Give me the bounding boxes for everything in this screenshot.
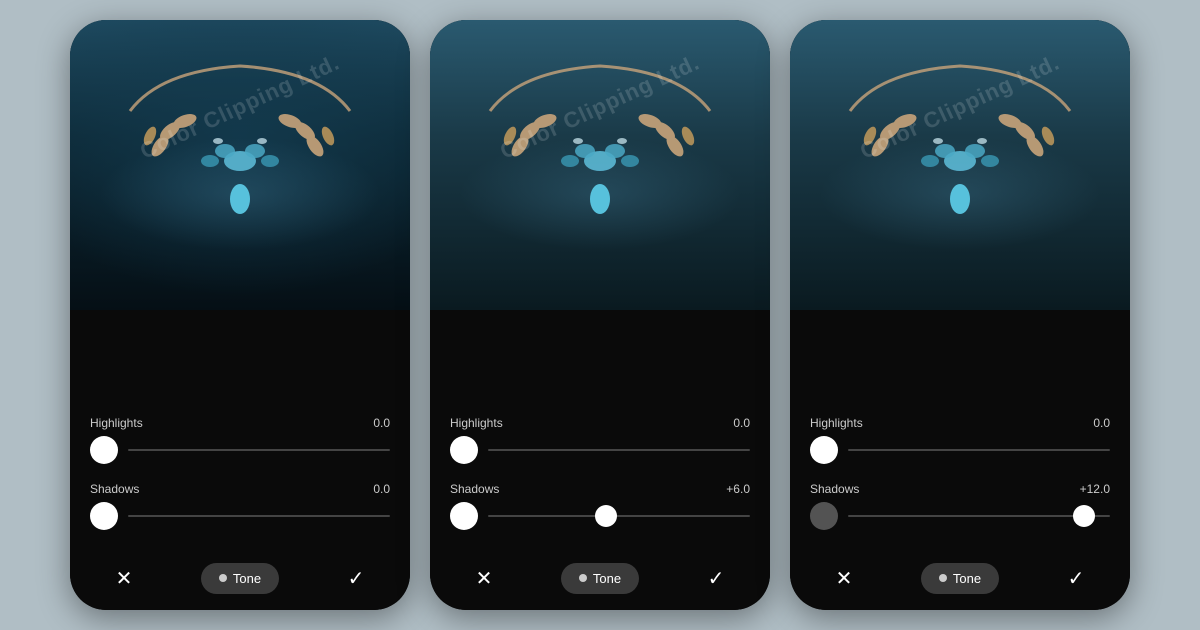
- confirm-button-2[interactable]: ✓: [702, 564, 730, 592]
- shadows-thumb-left-2[interactable]: [450, 502, 478, 530]
- highlights-section-3: Highlights 0.0: [810, 416, 1110, 464]
- bottom-bar-2: ✕ Tone ✓: [450, 546, 750, 610]
- shadows-thumb-ontrack-3[interactable]: [1073, 505, 1095, 527]
- photo-area-3: Color Clipping Ltd.: [790, 20, 1130, 310]
- highlights-track-3[interactable]: [848, 449, 1110, 451]
- shadows-value-1: 0.0: [373, 482, 390, 496]
- cancel-button-2[interactable]: ✕: [470, 564, 498, 592]
- necklace-illustration-2: [470, 51, 730, 251]
- highlights-label-2: Highlights: [450, 416, 503, 430]
- shadows-slider-1[interactable]: [90, 502, 390, 530]
- highlights-section-1: Highlights 0.0: [90, 416, 390, 464]
- shadows-thumb-ontrack-2[interactable]: [595, 505, 617, 527]
- highlights-slider-2[interactable]: [450, 436, 750, 464]
- confirm-button-1[interactable]: ✓: [342, 564, 370, 592]
- tone-label-1: Tone: [233, 571, 261, 586]
- tone-pill-3[interactable]: Tone: [921, 563, 999, 594]
- highlights-slider-1[interactable]: [90, 436, 390, 464]
- necklace-illustration-1: [110, 51, 370, 251]
- phone-frame-3: Color Clipping Ltd. Highlights 0.0 Shado…: [790, 20, 1130, 610]
- shadows-track-1[interactable]: [128, 515, 390, 517]
- highlights-thumb-2[interactable]: [450, 436, 478, 464]
- highlights-thumb-1[interactable]: [90, 436, 118, 464]
- shadows-track-2[interactable]: [488, 515, 750, 517]
- tone-pill-2[interactable]: Tone: [561, 563, 639, 594]
- shadows-thumb-left-3: [810, 502, 838, 530]
- cancel-button-1[interactable]: ✕: [110, 564, 138, 592]
- tone-dot-2: [579, 574, 587, 582]
- bottom-bar-1: ✕ Tone ✓: [90, 546, 390, 610]
- cancel-button-3[interactable]: ✕: [830, 564, 858, 592]
- shadows-section-2: Shadows +6.0: [450, 482, 750, 530]
- shadows-section-1: Shadows 0.0: [90, 482, 390, 530]
- highlights-label-1: Highlights: [90, 416, 143, 430]
- shadows-label-1: Shadows: [90, 482, 139, 496]
- shadows-section-3: Shadows +12.0: [810, 482, 1110, 530]
- tone-label-2: Tone: [593, 571, 621, 586]
- phone-frame-2: Color Clipping Ltd. Highlights 0.0 Shado…: [430, 20, 770, 610]
- confirm-button-3[interactable]: ✓: [1062, 564, 1090, 592]
- photo-area-2: Color Clipping Ltd.: [430, 20, 770, 310]
- highlights-label-3: Highlights: [810, 416, 863, 430]
- necklace-illustration-3: [830, 51, 1090, 251]
- shadows-label-2: Shadows: [450, 482, 499, 496]
- tone-dot-3: [939, 574, 947, 582]
- controls-area-1: Highlights 0.0 Shadows 0.0 ✕ Tone: [70, 310, 410, 610]
- phone-frame-1: Color Clipping Ltd. Highlights 0.0 Shado…: [70, 20, 410, 610]
- highlights-thumb-3[interactable]: [810, 436, 838, 464]
- photo-area-1: Color Clipping Ltd.: [70, 20, 410, 310]
- highlights-value-2: 0.0: [733, 416, 750, 430]
- controls-area-3: Highlights 0.0 Shadows +12.0 ✕: [790, 310, 1130, 610]
- highlights-track-1[interactable]: [128, 449, 390, 451]
- shadows-value-3: +12.0: [1080, 482, 1110, 496]
- shadows-track-3[interactable]: [848, 515, 1110, 517]
- shadows-value-2: +6.0: [726, 482, 750, 496]
- highlights-track-2[interactable]: [488, 449, 750, 451]
- shadows-thumb-1[interactable]: [90, 502, 118, 530]
- highlights-slider-3[interactable]: [810, 436, 1110, 464]
- shadows-slider-2[interactable]: [450, 502, 750, 530]
- tone-dot-1: [219, 574, 227, 582]
- highlights-value-1: 0.0: [373, 416, 390, 430]
- controls-area-2: Highlights 0.0 Shadows +6.0 ✕: [430, 310, 770, 610]
- shadows-slider-3[interactable]: [810, 502, 1110, 530]
- tone-label-3: Tone: [953, 571, 981, 586]
- shadows-label-3: Shadows: [810, 482, 859, 496]
- tone-pill-1[interactable]: Tone: [201, 563, 279, 594]
- highlights-value-3: 0.0: [1093, 416, 1110, 430]
- bottom-bar-3: ✕ Tone ✓: [810, 546, 1110, 610]
- highlights-section-2: Highlights 0.0: [450, 416, 750, 464]
